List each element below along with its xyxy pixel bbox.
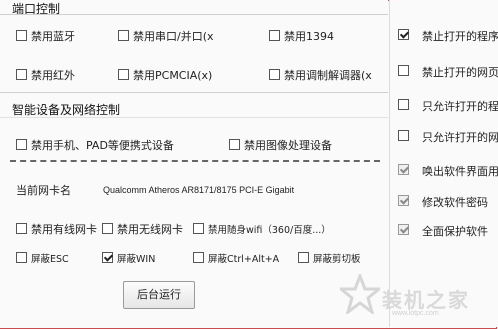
label-disable-imaging-devices: 禁用图像处理设备 xyxy=(244,139,332,152)
checkbox-disable-wireless-nic[interactable] xyxy=(102,223,113,234)
nic-label: 当前网卡名 xyxy=(16,184,71,197)
label-disable-portable-wifi: 禁用随身wifi（360/百度...） xyxy=(208,225,331,236)
label-full-protection: 全面保护软件 xyxy=(422,225,488,238)
checkbox-full-protection[interactable] xyxy=(398,224,409,235)
label-block-webpages: 禁止打开的网页 xyxy=(422,66,498,79)
checkbox-shield-ctrl-alt-a[interactable] xyxy=(193,252,204,263)
checkbox-allow-only-webpages[interactable] xyxy=(398,130,409,141)
checkbox-disable-portable-wifi[interactable] xyxy=(193,223,204,234)
group-divider xyxy=(0,92,388,93)
group-divider xyxy=(0,14,388,15)
label-allow-only-webpages: 只允许打开的网 xyxy=(422,131,498,144)
checkbox-disable-1394[interactable] xyxy=(269,30,280,41)
label-disable-wired-nic: 禁用有线网卡 xyxy=(31,223,97,236)
checkbox-block-webpages[interactable] xyxy=(398,65,409,76)
label-shield-ctrl-alt-a: 屏蔽Ctrl+Alt+A xyxy=(208,254,280,265)
checkbox-disable-pcmcia[interactable] xyxy=(118,69,129,80)
checkbox-allow-only-programs[interactable] xyxy=(398,99,409,110)
left-panel: 端口控制 禁用蓝牙 禁用串口/并口(x 禁用1394 禁用红外 禁用PCMCIA… xyxy=(0,0,388,327)
checkbox-shield-esc[interactable] xyxy=(16,252,27,263)
label-shield-clipboard: 屏蔽剪切板 xyxy=(313,254,361,265)
dashed-divider xyxy=(10,160,380,162)
checkbox-disable-infrared[interactable] xyxy=(16,69,27,80)
label-disable-serial: 禁用串口/并口(x xyxy=(133,30,214,43)
checkbox-disable-wired-nic[interactable] xyxy=(16,223,27,234)
label-disable-1394: 禁用1394 xyxy=(284,30,334,43)
label-block-programs: 禁止打开的程序 xyxy=(422,30,498,43)
label-disable-wireless-nic: 禁用无线网卡 xyxy=(117,223,183,236)
device-control-title: 智能设备及网络控制 xyxy=(12,103,121,117)
label-disable-infrared: 禁用红外 xyxy=(31,69,75,82)
checkbox-disable-serial[interactable] xyxy=(118,30,129,41)
label-disable-pcmcia: 禁用PCMCIA(x) xyxy=(133,69,213,82)
checkbox-shield-win[interactable] xyxy=(102,252,113,263)
label-disable-modem: 禁用调制解调器(x xyxy=(284,69,372,82)
nic-value: Qualcomm Atheros AR8171/8175 PCI-E Gigab… xyxy=(103,185,295,195)
label-allow-only-programs: 只允许打开的程 xyxy=(422,100,498,113)
label-disable-portable-devices: 禁用手机、PAD等便携式设备 xyxy=(31,139,174,152)
checkbox-block-programs[interactable] xyxy=(398,29,409,40)
label-summon-ui-hotkey: 唤出软件界面用 xyxy=(422,165,498,178)
watermark-text: 装机之家 xyxy=(382,288,470,312)
label-disable-bluetooth: 禁用蓝牙 xyxy=(31,30,75,43)
label-shield-win: 屏蔽WIN xyxy=(117,254,156,265)
label-shield-esc: 屏蔽ESC xyxy=(31,254,69,265)
checkbox-change-password[interactable] xyxy=(398,195,409,206)
checkbox-disable-bluetooth[interactable] xyxy=(16,30,27,41)
checkbox-disable-portable-devices[interactable] xyxy=(16,139,27,150)
checkbox-shield-clipboard[interactable] xyxy=(298,252,309,263)
checkbox-summon-ui-hotkey[interactable] xyxy=(398,164,409,175)
watermark-logo: 装机之家 www.lotpc.com xyxy=(338,272,498,327)
label-change-password: 修改软件密码 xyxy=(422,196,488,209)
run-in-background-button[interactable]: 后台运行 xyxy=(123,281,195,309)
checkbox-disable-modem[interactable] xyxy=(269,69,280,80)
watermark-url: www.lotpc.com xyxy=(392,310,439,317)
group-divider xyxy=(0,117,388,118)
checkbox-disable-imaging-devices[interactable] xyxy=(229,139,240,150)
star-icon xyxy=(340,274,380,314)
